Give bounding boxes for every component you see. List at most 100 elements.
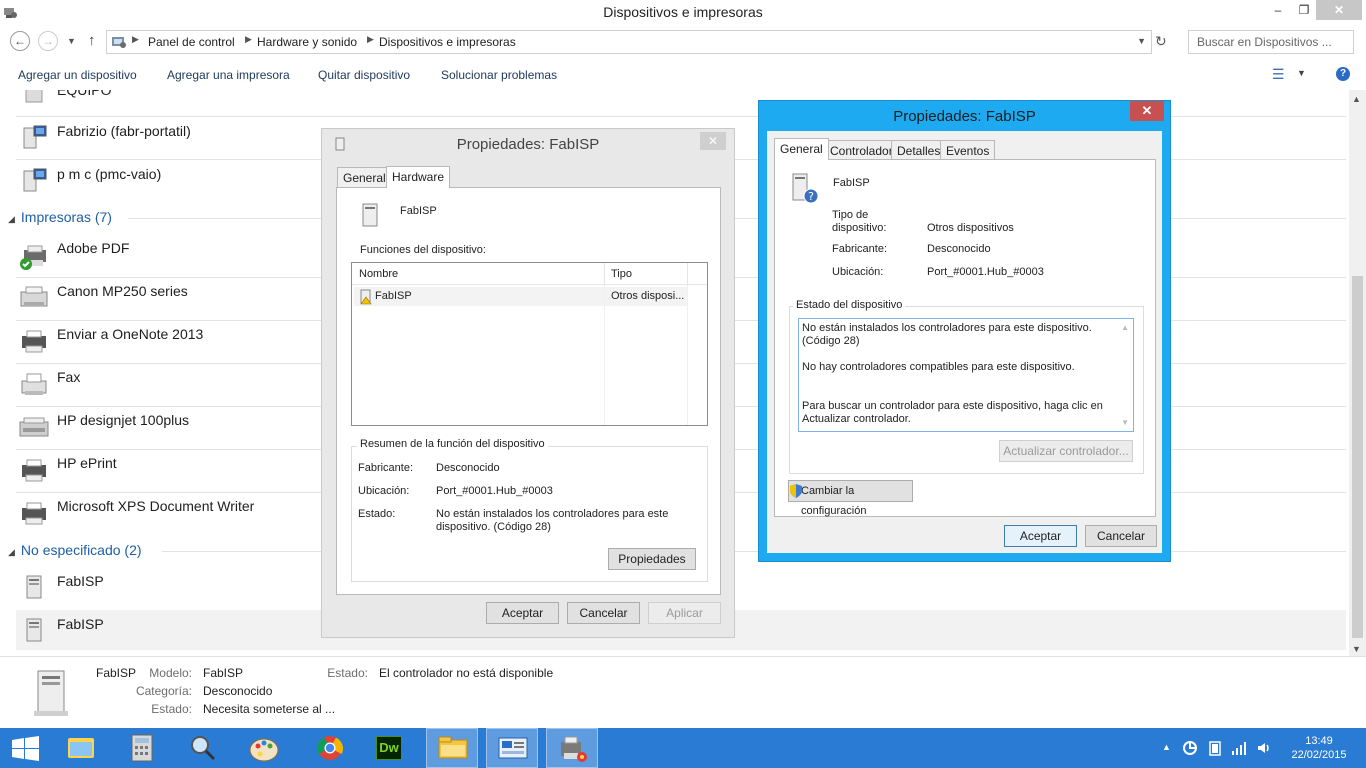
tab-driver[interactable]: Controlador [824,140,899,160]
device-name[interactable]: HP ePrint [57,455,117,471]
title-bar: Dispositivos e impresoras – ❐ ✕ [0,0,1366,24]
change-settings-label: Cambiar la configuración [801,485,867,517]
collapse-triangle-icon[interactable]: ◢ [8,547,15,557]
start-button[interactable] [0,728,52,768]
address-bar[interactable]: ▶ Panel de control ▶ Hardware y sonido ▶… [106,30,1152,54]
collapse-triangle-icon[interactable]: ◢ [8,214,15,224]
device-name[interactable]: Fax [57,369,80,385]
properties-dialog-hardware[interactable]: Propiedades: FabISP ✕ General Hardware F… [321,128,735,638]
tab-events[interactable]: Eventos [940,140,996,160]
device-name[interactable]: Adobe PDF [57,240,129,256]
calculator-icon[interactable] [116,728,168,768]
printer-icon[interactable] [18,457,46,485]
power-icon[interactable] [1207,740,1223,759]
properties-button[interactable]: Propiedades [608,548,696,570]
paint-icon[interactable] [238,728,290,768]
control-panel-icon[interactable] [486,728,538,768]
recent-locations-icon[interactable]: ▼ [67,36,76,46]
view-options-icon[interactable]: ☰ [1272,66,1285,83]
column-header-name[interactable]: Nombre [359,268,398,280]
device-name[interactable]: FabISP [57,616,104,632]
magnifier-icon[interactable] [176,728,228,768]
update-driver-button[interactable]: Actualizar controlador... [999,440,1133,462]
group-header-printers[interactable]: ◢ Impresoras (7) [8,209,112,225]
scrollbar-thumb[interactable] [1352,276,1363,638]
ok-button[interactable]: Aceptar [486,602,559,624]
minimize-button[interactable]: – [1264,0,1292,20]
navigation-bar: ← → ▼ ↑ ▶ Panel de control ▶ Hardware y … [0,28,1366,56]
breadcrumb-control-panel[interactable]: Panel de control [148,35,235,49]
cancel-button[interactable]: Cancelar [1085,525,1157,547]
dialog-close-button[interactable]: ✕ [1130,101,1164,121]
device-name[interactable]: Canon MP250 series [57,283,188,299]
tab-hardware[interactable]: Hardware [386,166,451,188]
device-type-label: Tipo de dispositivo: [832,209,887,234]
breadcrumb-hardware-sound[interactable]: Hardware y sonido [257,35,357,49]
properties-dialog-general[interactable]: Propiedades: FabISP ✕ General Controlado… [758,100,1171,562]
device-name[interactable]: EQUIPO [57,90,111,98]
back-arrow-icon[interactable]: ← [10,31,30,51]
scroll-down-icon[interactable]: ▼ [1352,644,1361,654]
file-explorer-icon[interactable] [426,728,478,768]
clock-date: 22/02/2015 [1291,749,1347,761]
printer-icon[interactable] [18,328,46,356]
device-name[interactable]: HP designjet 100plus [57,412,189,428]
show-hidden-icons-icon[interactable]: ▲ [1162,742,1171,752]
remove-device-button[interactable]: Quitar dispositivo [318,68,410,82]
signal-icon[interactable] [1231,740,1247,759]
chrome-icon[interactable] [304,728,356,768]
tab-details[interactable]: Detalles [891,140,947,160]
device-name[interactable]: Fabrizio (fabr-portatil) [57,123,191,139]
row-name: FabISP [375,290,412,302]
device-name[interactable]: FabISP [57,573,104,589]
ok-button[interactable]: Aceptar [1004,525,1077,547]
functions-table[interactable]: Nombre Tipo FabISP Otros disposi... [351,262,708,426]
devices-printers-taskbar-icon[interactable] [546,728,598,768]
printer-default-icon[interactable] [18,244,46,272]
printer-icon[interactable] [18,414,49,442]
device-name[interactable]: Enviar a OneNote 2013 [57,326,203,342]
vertical-scrollbar[interactable]: ▲ ▼ [1349,90,1366,656]
troubleshoot-button[interactable]: Solucionar problemas [441,68,557,82]
fax-icon[interactable] [18,371,47,399]
computer-icon[interactable] [20,124,48,152]
device-status-legend: Estado del dispositivo [793,299,906,311]
table-row[interactable]: FabISP Otros disposi... [354,287,688,306]
scroll-up-icon[interactable]: ▲ [1352,94,1361,104]
network-sync-icon[interactable] [1182,740,1198,759]
maximize-button[interactable]: ❐ [1290,0,1318,20]
refresh-icon[interactable]: ↻ [1155,33,1167,50]
close-button[interactable]: ✕ [1316,0,1362,20]
explorer-icon[interactable] [56,728,108,768]
apply-button[interactable]: Aplicar [648,602,721,624]
device-status-textbox[interactable]: No están instalados los controladores pa… [798,318,1134,432]
location-label: Ubicación: [358,485,410,497]
clock[interactable]: 13:49 22/02/2015 [1284,734,1354,762]
view-dropdown-icon[interactable]: ▼ [1297,68,1306,78]
volume-icon[interactable] [1256,740,1272,759]
forward-arrow-icon[interactable]: → [38,31,58,51]
tab-general[interactable]: General [774,138,829,160]
breadcrumb-devices-printers[interactable]: Dispositivos e impresoras [379,35,516,49]
device-name[interactable]: Microsoft XPS Document Writer [57,498,254,514]
add-device-button[interactable]: Agregar un dispositivo [18,68,137,82]
search-input[interactable]: Buscar en Dispositivos ... [1188,30,1354,54]
printer-icon[interactable] [18,500,46,528]
address-dropdown-icon[interactable]: ▼ [1137,36,1146,46]
tab-general[interactable]: General [337,167,392,187]
scroll-up-icon[interactable]: ▲ [1121,323,1129,332]
cancel-button[interactable]: Cancelar [567,602,640,624]
generic-device-icon[interactable] [20,617,48,645]
computer-icon[interactable] [20,167,48,195]
scroll-down-icon[interactable]: ▼ [1121,418,1129,427]
up-arrow-icon[interactable]: ↑ [88,32,96,49]
printer-icon[interactable] [18,284,48,312]
help-icon[interactable]: ? [1336,67,1350,81]
dialog-close-button[interactable]: ✕ [700,132,726,150]
dreamweaver-icon[interactable]: Dw [364,728,416,768]
generic-device-icon[interactable] [20,574,48,602]
group-header-unspecified[interactable]: ◢ No especificado (2) [8,542,142,558]
add-printer-button[interactable]: Agregar una impresora [167,68,290,82]
change-settings-button[interactable]: Cambiar la configuración [788,480,913,517]
device-name[interactable]: p m c (pmc-vaio) [57,166,161,182]
